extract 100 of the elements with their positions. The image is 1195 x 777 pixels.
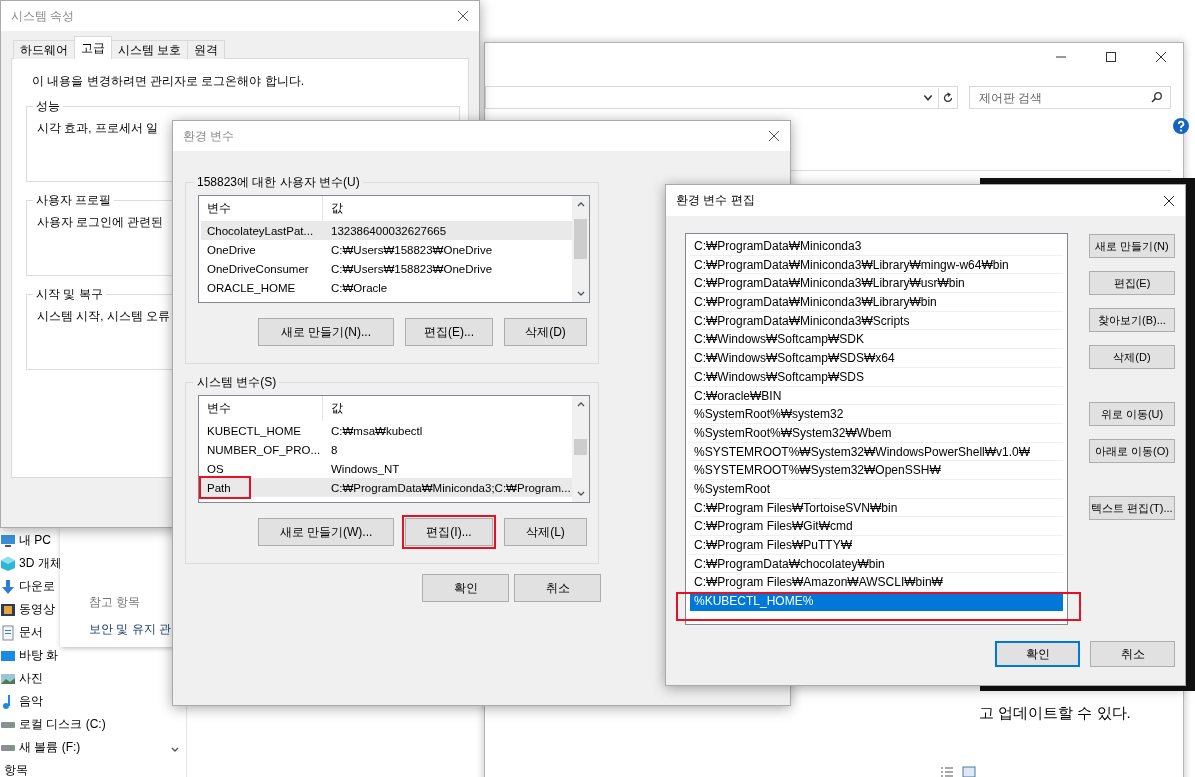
nav-item[interactable]: 동영상 [0, 598, 55, 621]
path-entry[interactable]: C:₩Program Files₩TortoiseSVN₩bin [690, 498, 1063, 518]
table-cell-text: NUMBER_OF_PRO... [206, 443, 322, 456]
dialog-button[interactable]: 찾아보기(B)... [1089, 308, 1175, 332]
variable-row[interactable]: OneDrive C:₩Users₩158823₩OneDrive [201, 240, 572, 259]
path-entry[interactable]: %SYSTEMROOT%₩System32₩WindowsPowerShell₩v1.0₩ [690, 442, 1063, 462]
video-icon [0, 601, 16, 618]
variable-row[interactable]: ChocolateyLastPat... 132386400032627665 [201, 221, 572, 240]
dialog-button[interactable]: 텍스트 편집(T)... [1089, 496, 1175, 520]
table-cell-text: ChocolateyLastPat... [206, 224, 315, 237]
path-entry[interactable]: %SystemRoot [690, 479, 1063, 499]
help-icon[interactable] [1173, 118, 1189, 134]
pc-icon [0, 532, 16, 549]
dialog-button[interactable]: 새로 만들기(N)... [258, 318, 394, 346]
path-entry[interactable]: %SystemRoot%₩system32 [690, 405, 1063, 424]
download-icon [0, 578, 16, 595]
column-header[interactable]: 변수 [201, 396, 323, 421]
path-entry[interactable]: C:₩ProgramData₩Miniconda3₩Library₩mingw-w64₩bin [690, 255, 1063, 275]
dialog-button[interactable]: 삭제(L) [504, 518, 587, 546]
path-entry[interactable]: C:₩Windows₩Softcamp₩SDS [690, 367, 1063, 387]
path-entry[interactable]: C:₩Windows₩Softcamp₩SDS₩x64 [690, 349, 1063, 368]
path-entry[interactable]: %SystemRoot%₩System32₩Wbem [690, 423, 1063, 443]
path-entry[interactable]: C:₩ProgramData₩Miniconda3₩Library₩bin [690, 293, 1063, 312]
close-icon[interactable] [1155, 51, 1167, 63]
dialog-button[interactable]: 확인 [422, 574, 509, 602]
scrollbar[interactable] [572, 396, 589, 502]
nav-item[interactable]: 새 볼륨 (F:) [0, 736, 81, 759]
dialog-button[interactable]: 아래로 이동(O) [1089, 439, 1175, 463]
dialog-button[interactable]: 새로 만들기(W)... [258, 518, 394, 546]
group-text: 시스템 시작, 시스템 오류 [37, 309, 171, 324]
variable-row[interactable]: OS Windows_NT [201, 459, 572, 478]
dialog-button[interactable]: 편집(I)... [405, 518, 493, 546]
group-title: 성능 [36, 99, 60, 113]
table-cell-text: C:₩Users₩158823₩OneDrive [330, 243, 494, 256]
variable-row[interactable]: ORACLE_HOME C:₩Oracle [201, 278, 572, 297]
tab[interactable]: 고급 [74, 36, 112, 59]
dialog-button[interactable]: 위로 이동(U) [1089, 402, 1175, 426]
variable-row[interactable]: OneDriveConsumer C:₩Users₩158823₩OneDrive [201, 259, 572, 278]
notice-text: 이 내용을 변경하려면 관리자로 로그온해야 합니다. [32, 73, 305, 90]
group-title: 사용자 프로필 [36, 193, 112, 207]
nav-item[interactable]: 사진 [0, 667, 43, 690]
nav-item[interactable]: 문서 [0, 621, 43, 644]
column-header[interactable]: 값 [323, 396, 572, 421]
dialog-button[interactable]: 편집(E)... [405, 318, 493, 346]
table-cell-text: KUBECTL_HOME [206, 424, 302, 437]
window-title: 환경 변수 [183, 127, 235, 145]
maximize-icon[interactable] [1105, 51, 1117, 63]
nav-item[interactable]: 다운로 [0, 575, 55, 598]
search-icon [1151, 91, 1163, 103]
group-title: 시스템 변수(S) [197, 375, 277, 389]
nav-item[interactable]: 음악 [0, 690, 43, 713]
dialog-button[interactable]: 취소 [514, 574, 601, 602]
table-cell-text: Windows_NT [330, 462, 401, 475]
column-header[interactable]: 값 [323, 196, 572, 221]
group-text: 시각 효과, 프로세서 일 [37, 121, 159, 136]
group-text: 사용자 로그인에 관련된 [37, 215, 165, 230]
status-text: 항목 [3, 763, 28, 777]
tab[interactable]: 하드웨어 [13, 40, 75, 59]
window-title: 환경 변수 편집 [676, 192, 755, 209]
scroll-thumb[interactable] [574, 439, 587, 455]
table-cell-text: C:₩ProgramData₩Miniconda3;C:₩Program... [330, 481, 572, 494]
dialog-button[interactable]: 확인 [995, 641, 1080, 667]
path-entry[interactable]: C:₩Program Files₩Git₩cmd [690, 517, 1063, 536]
variable-row[interactable]: Path C:₩ProgramData₩Miniconda3;C:₩Program... [201, 478, 572, 497]
table-cell-text: 8 [330, 443, 339, 456]
table-cell-text: C:₩msa₩kubectl [330, 424, 424, 437]
scrollbar[interactable] [572, 196, 589, 302]
scroll-thumb[interactable] [574, 219, 587, 259]
search-field[interactable]: 제어판 검색 [969, 86, 1171, 109]
path-entry[interactable]: C:₩oracle₩BIN [690, 386, 1063, 406]
path-entry[interactable]: C:₩ProgramData₩Miniconda3₩Scripts [690, 311, 1063, 331]
nav-item[interactable]: 바탕 화 [0, 644, 59, 667]
path-entry[interactable]: C:₩Program Files₩PuTTY₩ [690, 536, 1063, 555]
close-icon[interactable] [1163, 194, 1175, 207]
dialog-button[interactable]: 편집(E) [1089, 271, 1175, 295]
table-cell-text: ORACLE_HOME [206, 281, 297, 294]
tab[interactable]: 시스템 보호 [111, 40, 189, 59]
dialog-button[interactable]: 새로 만들기(N) [1089, 234, 1175, 258]
tiles-view-icon[interactable] [962, 766, 976, 777]
path-entry[interactable]: %SYSTEMROOT%₩System32₩OpenSSH₩ [690, 461, 1063, 480]
variable-row[interactable]: NUMBER_OF_PRO... 8 [201, 440, 572, 459]
path-entry[interactable]: C:₩Program Files₩Amazon₩AWSCLI₩bin₩ [690, 573, 1063, 593]
table-cell-text: 132386400032627665 [330, 224, 448, 237]
variable-row[interactable]: KUBECTL_HOME C:₩msa₩kubectl [201, 421, 572, 440]
nav-item[interactable]: 3D 개체 [0, 552, 62, 575]
path-entry[interactable]: C:₩Windows₩Softcamp₩SDK [690, 330, 1063, 350]
nav-item[interactable]: 로컬 디스크 (C:) [0, 713, 106, 736]
dialog-button[interactable]: 취소 [1090, 641, 1175, 667]
close-icon[interactable] [457, 10, 469, 22]
group-title: 158823에 대한 사용자 변수(U) [197, 175, 360, 189]
table-cell-text: OneDriveConsumer [206, 262, 310, 275]
dialog-button[interactable]: 삭제(D) [504, 318, 587, 346]
close-icon[interactable] [768, 130, 780, 142]
path-entry[interactable]: C:₩ProgramData₩Miniconda3₩Library₩usr₩bin [690, 274, 1063, 294]
body-text: 고 업데이트할 수 있다. [979, 704, 1131, 723]
path-entry[interactable]: C:₩ProgramData₩chocolatey₩bin [690, 554, 1063, 574]
dialog-button[interactable]: 삭제(D) [1089, 345, 1175, 369]
tab[interactable]: 원격 [187, 40, 226, 59]
nav-item[interactable]: 내 PC [0, 529, 51, 552]
path-entry[interactable]: C:₩ProgramData₩Miniconda3 [690, 237, 1063, 256]
